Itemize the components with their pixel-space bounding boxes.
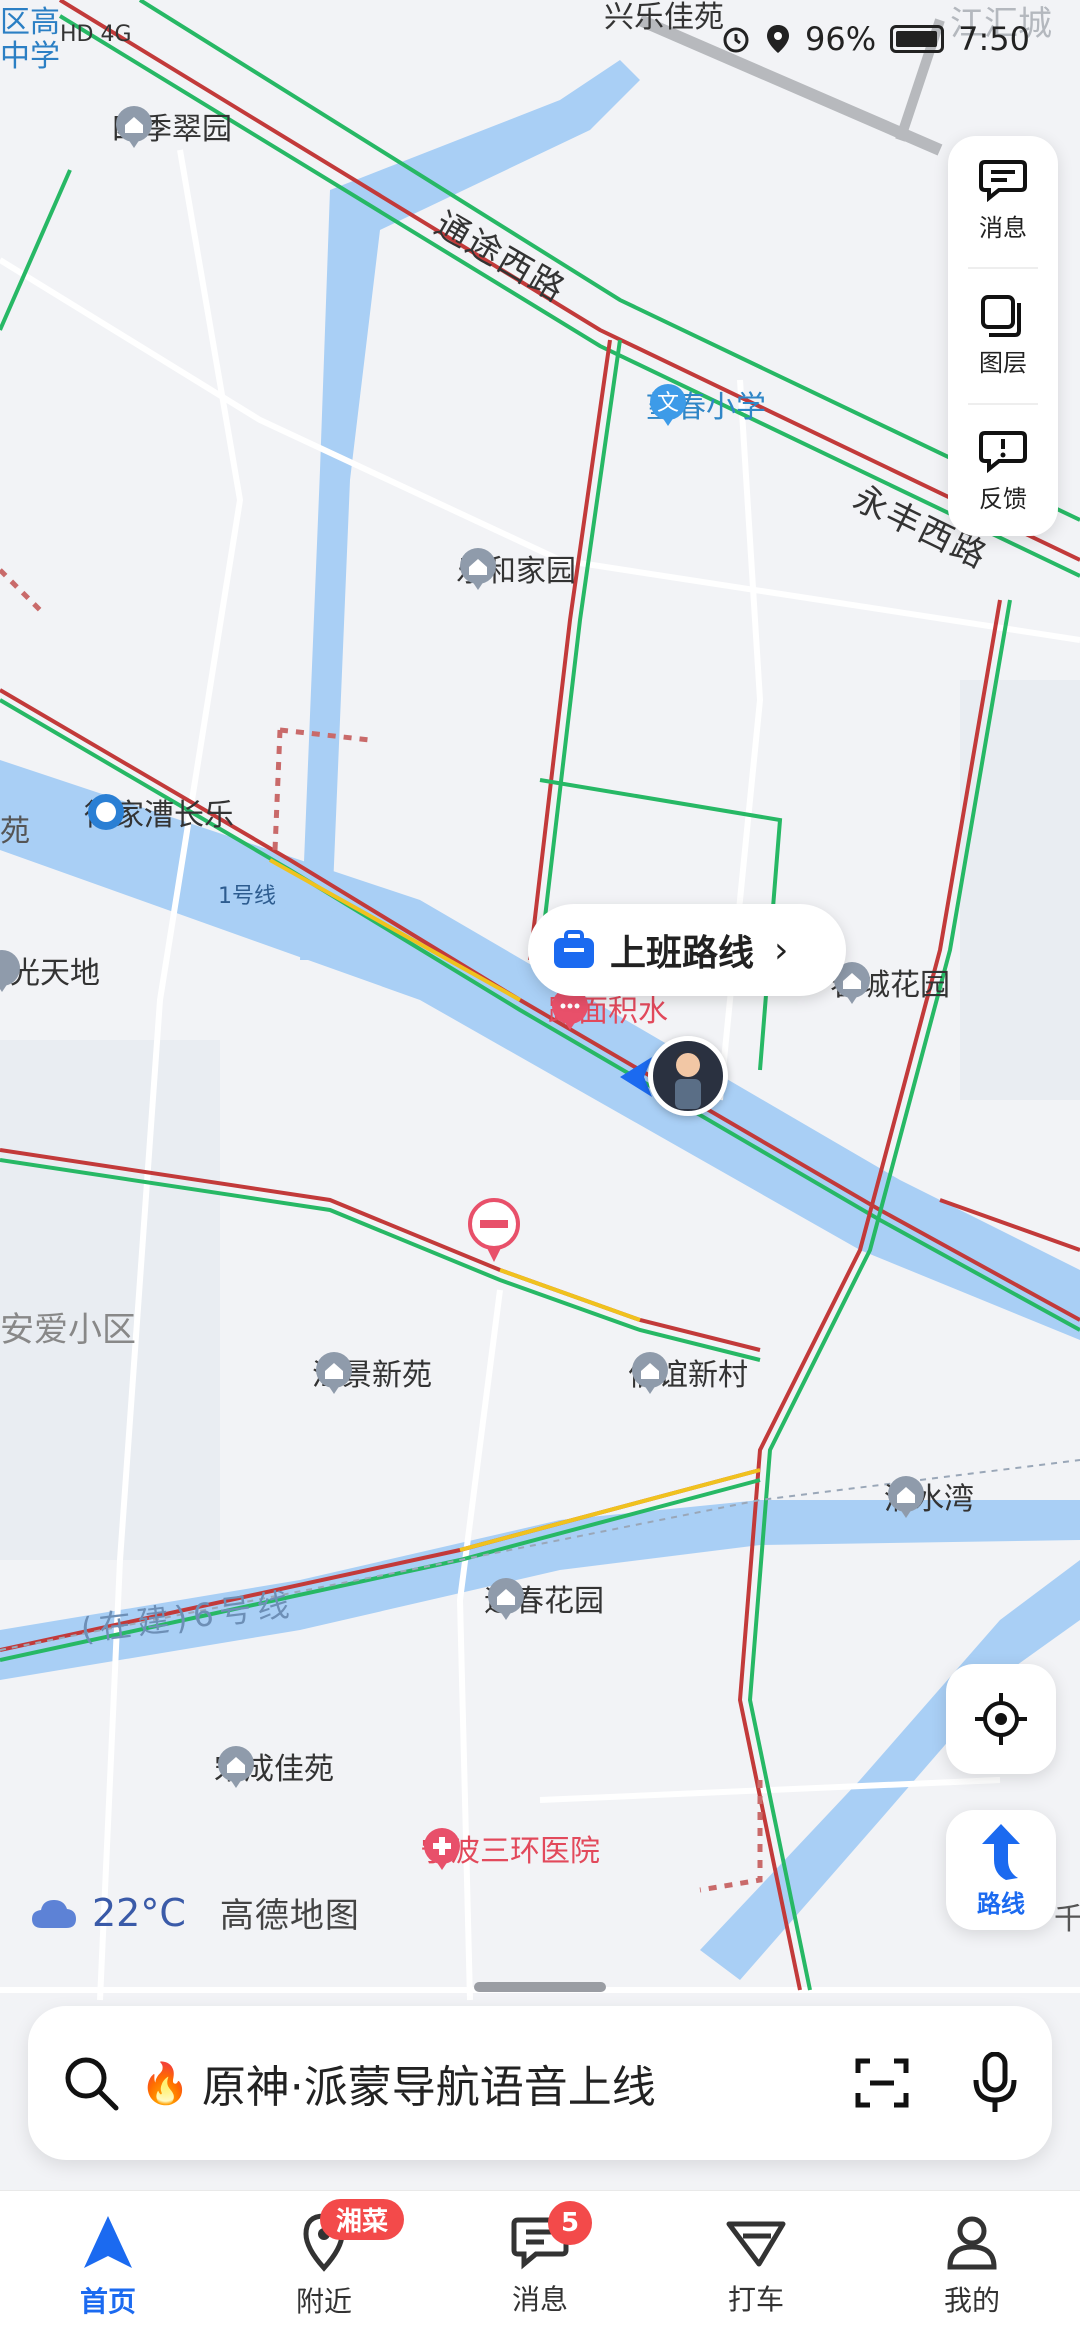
community-pin-icon bbox=[488, 1578, 524, 1620]
station-pin-icon bbox=[88, 794, 124, 830]
community-pin-icon bbox=[632, 1352, 668, 1394]
area-label-yuan: 苑 bbox=[0, 814, 30, 849]
top-poi-label: 兴乐佳苑 bbox=[604, 0, 724, 35]
locate-me-button[interactable] bbox=[946, 1664, 1056, 1774]
community-pin-icon bbox=[316, 1352, 352, 1394]
brand-logo-text: 高德地图 bbox=[219, 1896, 360, 1936]
layers-tool-button[interactable]: 图层 bbox=[979, 293, 1027, 378]
community-pin-icon bbox=[888, 1476, 924, 1518]
feedback-tool-label: 反馈 bbox=[979, 484, 1027, 513]
status-bar-right: 96% 7:50 bbox=[721, 20, 1030, 58]
messages-tool-label: 消息 bbox=[979, 214, 1027, 243]
clock: 7:50 bbox=[958, 20, 1030, 58]
poi-lehe-jiayuan[interactable]: 乐和家园 bbox=[456, 546, 576, 590]
route-button[interactable]: 路线 bbox=[946, 1810, 1056, 1930]
poi-sanhuan-hospital[interactable]: 宁波三环医院 bbox=[420, 1826, 600, 1870]
community-pin-icon bbox=[0, 950, 20, 992]
area-label-qian: 千 bbox=[1054, 1902, 1080, 1937]
poi-yingchun-huayuan[interactable]: 迎春花园 bbox=[484, 1576, 604, 1620]
weather-widget[interactable]: 22°C 高德地图 bbox=[30, 1888, 360, 1937]
search-bar[interactable]: 🔥 原神·派蒙导航语音上线 bbox=[28, 2006, 1052, 2160]
layers-tool-label: 图层 bbox=[979, 349, 1027, 378]
map-canvas[interactable]: 1号线 (在建)6号线 通途西路 永丰西路 苑 安爱小区 千 四季翠园 文 望春… bbox=[0, 0, 1080, 2190]
battery-icon bbox=[890, 25, 945, 53]
tab-taxi[interactable]: 打车 bbox=[648, 2191, 864, 2340]
location-status-icon bbox=[767, 25, 790, 53]
user-avatar-marker[interactable] bbox=[648, 1036, 728, 1116]
commute-route-label: 上班路线 bbox=[610, 933, 755, 974]
drag-handle[interactable] bbox=[474, 1982, 606, 1992]
tab-home[interactable]: 首页 bbox=[0, 2191, 216, 2340]
feedback-tool-button[interactable]: 反馈 bbox=[979, 429, 1027, 514]
briefcase-icon bbox=[554, 930, 594, 968]
scan-icon[interactable] bbox=[852, 2053, 912, 2113]
poi-xinyi-xincun[interactable]: 信谊新村 bbox=[628, 1350, 748, 1394]
poi-wangchun-school[interactable]: 文 望春小学 bbox=[646, 382, 766, 426]
fire-icon: 🔥 bbox=[140, 2060, 190, 2107]
character-avatar-icon bbox=[675, 1051, 701, 1109]
temperature: 22°C bbox=[92, 1890, 186, 1935]
tab-profile[interactable]: 我的 bbox=[864, 2191, 1080, 2340]
alarm-icon bbox=[723, 27, 749, 53]
poi-huijing-xinyuan[interactable]: 汇景新苑 bbox=[312, 1350, 432, 1394]
school-pin-icon: 文 bbox=[650, 384, 686, 426]
network-indicator: HD 4G bbox=[60, 22, 132, 47]
no-entry-icon[interactable] bbox=[466, 1196, 522, 1262]
battery-percent: 96% bbox=[805, 20, 877, 58]
poi-qingshuiwan[interactable]: 清水湾 bbox=[884, 1474, 974, 1518]
status-bar: 区高 中学 HD 4G 兴乐佳苑 江汇城 96% 7:50 bbox=[0, 0, 1080, 80]
poi-siji-cuiyuan[interactable]: 四季翠园 bbox=[112, 104, 232, 148]
messages-badge: 5 bbox=[548, 2201, 592, 2245]
route-button-label: 路线 bbox=[977, 1889, 1025, 1918]
tool-divider bbox=[968, 267, 1038, 270]
microphone-icon[interactable] bbox=[972, 2052, 1018, 2114]
community-pin-icon bbox=[218, 1746, 254, 1788]
area-label-anai: 安爱小区 bbox=[0, 1310, 136, 1350]
cloud-icon bbox=[32, 1899, 76, 1928]
poi-xujiacao-changle[interactable]: 徐家漕长乐 bbox=[84, 790, 234, 834]
community-pin-icon bbox=[116, 106, 152, 148]
tab-messages[interactable]: 消息 5 bbox=[432, 2191, 648, 2340]
navigation-arrow-icon bbox=[84, 2215, 132, 2268]
commute-route-bubble[interactable]: 上班路线 › bbox=[528, 904, 846, 996]
route-arrow-icon bbox=[982, 1823, 1020, 1880]
messages-tool-button[interactable]: 消息 bbox=[979, 158, 1027, 243]
search-icon bbox=[65, 2057, 119, 2111]
status-bar-map-label: 区高 中学 bbox=[0, 5, 60, 74]
poi-yangguang-tiandi[interactable]: 阳光天地 bbox=[0, 948, 100, 992]
tool-divider bbox=[968, 402, 1038, 405]
user-icon bbox=[947, 2216, 997, 2269]
taxi-icon bbox=[726, 2221, 786, 2266]
tab-nearby-label: 附近 bbox=[295, 2284, 352, 2318]
feedback-alert-icon bbox=[979, 430, 1027, 473]
community-pin-icon bbox=[460, 548, 496, 590]
metro-line-1-label: 1号线 bbox=[204, 874, 290, 914]
poi-chuncheng-huayuan[interactable]: 春城花园 bbox=[830, 960, 950, 1004]
hospital-pin-icon bbox=[424, 1828, 460, 1870]
svg-text:文: 文 bbox=[657, 391, 679, 416]
tab-nearby[interactable]: 附近 湘菜 bbox=[216, 2191, 432, 2340]
poi-songcheng-jiayuan[interactable]: 宋成佳苑 bbox=[214, 1744, 334, 1788]
bottom-tab-bar: 首页 附近 湘菜 消息 5 打车 我的 bbox=[0, 2190, 1080, 2340]
nearby-badge: 湘菜 bbox=[320, 2199, 405, 2240]
message-bubble-icon bbox=[979, 160, 1027, 203]
tab-taxi-label: 打车 bbox=[727, 2282, 784, 2316]
search-input[interactable]: 原神·派蒙导航语音上线 bbox=[202, 2051, 852, 2115]
map-tools-panel: 消息 图层 反馈 bbox=[948, 136, 1058, 536]
tab-profile-label: 我的 bbox=[943, 2283, 1000, 2317]
tab-home-label: 首页 bbox=[79, 2284, 136, 2318]
layers-icon bbox=[981, 295, 1021, 338]
crosshair-icon bbox=[975, 1693, 1027, 1745]
tab-messages-label: 消息 bbox=[511, 2282, 568, 2316]
chevron-right-icon: › bbox=[774, 929, 789, 971]
